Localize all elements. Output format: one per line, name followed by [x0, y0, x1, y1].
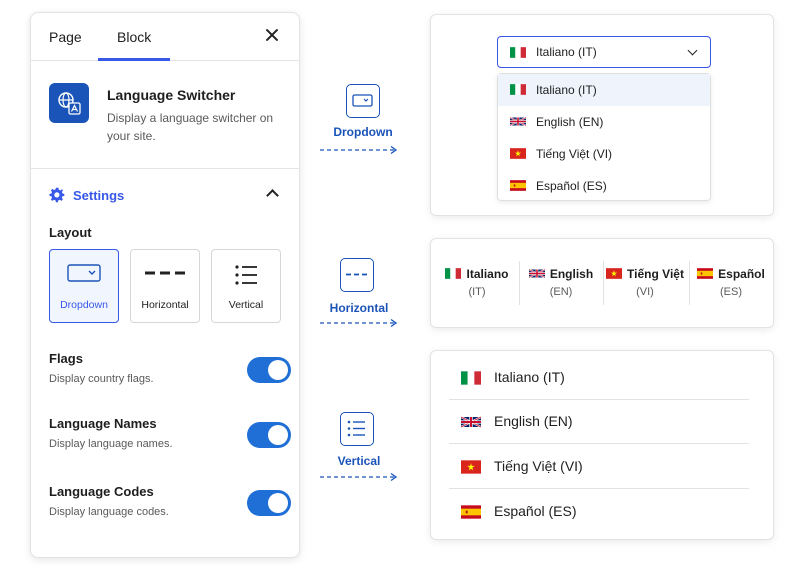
flag-gb-icon [529, 268, 545, 279]
chevron-down-icon [687, 45, 698, 56]
layout-option-vertical[interactable]: Vertical [211, 249, 281, 323]
flag-vn-icon [461, 460, 481, 474]
flag-gb-icon [461, 415, 481, 429]
horizontal-preview-label: Horizontal [329, 301, 389, 315]
vertical-language-item[interactable]: Tiếng Việt (VI) [449, 444, 749, 489]
dropdown-option[interactable]: Español (ES) [498, 170, 710, 202]
dropdown-option-label: Tiếng Việt (VI) [536, 147, 613, 161]
language-label: Español (ES) [494, 503, 577, 519]
horizontal-language-item[interactable]: Italiano (IT) [435, 267, 519, 298]
language-name: Tiếng Việt [627, 267, 684, 281]
language-dropdown[interactable]: Italiano (IT) [497, 36, 711, 68]
toggle-flags-row: Flags Display country flags. [49, 351, 291, 397]
horizontal-preview-card: Italiano (IT) English (EN) Tiếng Việt (V… [430, 238, 774, 328]
chevron-up-icon[interactable] [266, 189, 279, 202]
language-code: (ES) [720, 286, 742, 298]
arrow-right-icon [320, 472, 398, 482]
dropdown-preview-label: Dropdown [333, 125, 393, 139]
horizontal-layout-icon [340, 258, 374, 292]
layout-option-label: Dropdown [60, 299, 108, 311]
vertical-language-item[interactable]: English (EN) [449, 399, 749, 444]
dropdown-option[interactable]: English (EN) [498, 106, 710, 138]
block-card: Language Switcher Display a language swi… [31, 61, 299, 169]
language-label: English (EN) [494, 413, 573, 429]
language-name: Italiano [466, 267, 509, 281]
flag-es-icon [461, 505, 481, 519]
horizontal-language-item[interactable]: English (EN) [519, 267, 603, 298]
dropdown-preview-card: Italiano (IT) Italiano (IT) English (EN)… [430, 14, 774, 216]
arrow-right-icon [320, 145, 398, 155]
tab-page[interactable]: Page [49, 29, 82, 45]
dropdown-layout-icon [346, 84, 380, 118]
tab-block[interactable]: Block [117, 29, 151, 45]
dropdown-option[interactable]: Tiếng Việt (VI) [498, 138, 710, 170]
toggle-language-codes-row: Language Codes Display language codes. [49, 484, 291, 530]
layout-option-dropdown[interactable]: Dropdown [49, 249, 119, 323]
language-codes-toggle[interactable] [247, 490, 291, 516]
flag-it-icon [510, 47, 526, 58]
language-code: (EN) [549, 286, 573, 298]
vertical-language-item[interactable]: Italiano (IT) [449, 355, 749, 400]
flag-it-icon [510, 84, 526, 95]
settings-panel-toggle[interactable]: Settings [49, 185, 124, 205]
dropdown-layout-icon [67, 264, 101, 282]
arrow-right-icon [320, 318, 398, 328]
block-description: Display a language switcher on your site… [107, 111, 274, 143]
language-label: Italiano (IT) [494, 369, 565, 385]
translate-icon [49, 83, 89, 123]
language-names-toggle[interactable] [247, 422, 291, 448]
sidebar-tabs: Page Block [31, 13, 299, 61]
flag-it-icon [461, 371, 481, 385]
flag-gb-icon [510, 116, 526, 127]
vertical-language-item[interactable]: Español (ES) [449, 489, 749, 534]
flag-vn-icon [510, 148, 526, 159]
toggle-language-names-row: Language Names Display language names. [49, 416, 291, 462]
flag-es-icon [697, 268, 713, 279]
block-title: Language Switcher [107, 87, 236, 103]
close-icon[interactable] [263, 26, 281, 44]
gear-icon [49, 187, 65, 203]
horizontal-language-item[interactable]: Tiếng Việt (VI) [603, 267, 687, 298]
dropdown-option-label: English (EN) [536, 115, 604, 129]
language-name: English [549, 267, 594, 281]
vertical-preview-label: Vertical [337, 454, 381, 468]
vertical-preview-card: Italiano (IT) English (EN) Tiếng Việt (V… [430, 350, 774, 540]
layout-label: Layout [49, 225, 92, 240]
flag-vn-icon [606, 268, 622, 279]
dropdown-menu: Italiano (IT) English (EN) Tiếng Việt (V… [497, 73, 711, 201]
language-code: (VI) [636, 286, 654, 298]
dropdown-option-label: Español (ES) [536, 179, 607, 193]
settings-title: Settings [73, 187, 125, 203]
language-code: (IT) [468, 286, 486, 298]
flags-toggle[interactable] [247, 357, 291, 383]
horizontal-layout-icon [145, 271, 185, 275]
vertical-layout-icon [340, 412, 374, 446]
flag-it-icon [445, 268, 461, 279]
block-settings-sidebar: Page Block Language Switcher Display a l… [30, 12, 300, 558]
layout-option-horizontal[interactable]: Horizontal [130, 249, 200, 323]
dropdown-option-label: Italiano (IT) [536, 83, 597, 97]
layout-option-label: Horizontal [141, 299, 189, 311]
language-label: Tiếng Việt (VI) [494, 458, 583, 474]
vertical-layout-icon [235, 265, 257, 285]
dropdown-option[interactable]: Italiano (IT) [498, 74, 710, 106]
layout-option-label: Vertical [228, 299, 264, 311]
dropdown-selected-value: Italiano (IT) [536, 45, 597, 59]
language-name: Español [718, 267, 765, 281]
flag-es-icon [510, 180, 526, 191]
horizontal-language-item[interactable]: Español (ES) [689, 267, 773, 298]
